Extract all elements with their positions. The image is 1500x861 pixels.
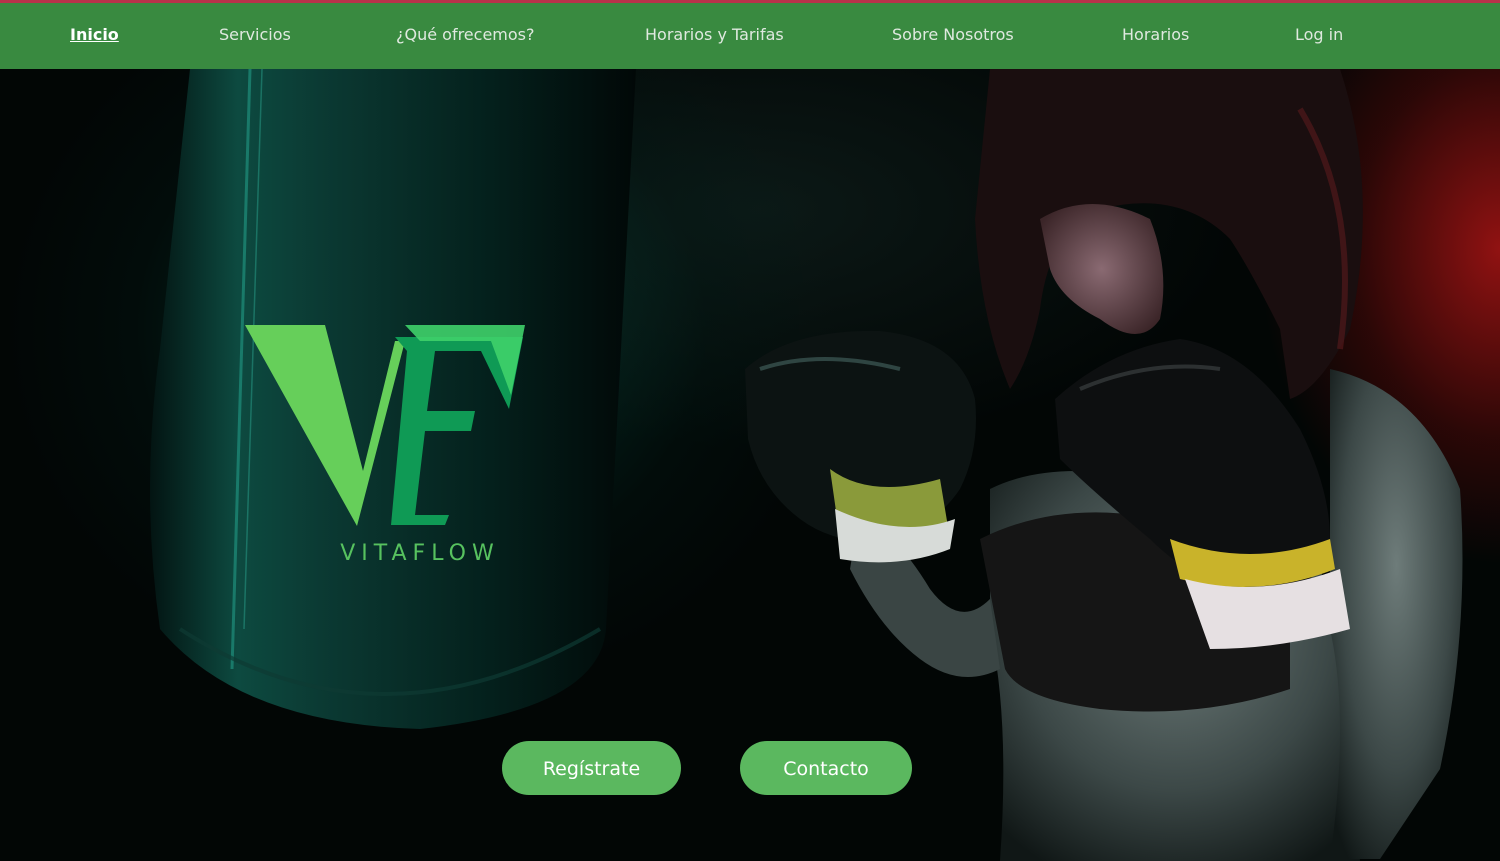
nav-link-sobre-nosotros[interactable]: Sobre Nosotros (892, 3, 1014, 69)
left-boxing-glove (745, 330, 976, 563)
nav-link-inicio[interactable]: Inicio (70, 3, 119, 69)
nav-link-horarios-tarifas[interactable]: Horarios y Tarifas (645, 3, 784, 69)
hero-section: VITAFLOW Regístrate Contacto (0, 69, 1500, 861)
brand-name: VITAFLOW (340, 541, 500, 566)
nav-link-servicios[interactable]: Servicios (219, 3, 291, 69)
contact-button[interactable]: Contacto (740, 741, 912, 795)
top-navigation-bar: Inicio Servicios ¿Qué ofrecemos? Horario… (0, 3, 1500, 69)
nav-link-login[interactable]: Log in (1295, 3, 1343, 69)
hero-image (150, 69, 1463, 861)
nav-link-que-ofrecemos[interactable]: ¿Qué ofrecemos? (396, 3, 535, 69)
nav-link-horarios[interactable]: Horarios (1122, 3, 1189, 69)
register-button[interactable]: Regístrate (502, 741, 681, 795)
punching-bag (150, 69, 636, 729)
